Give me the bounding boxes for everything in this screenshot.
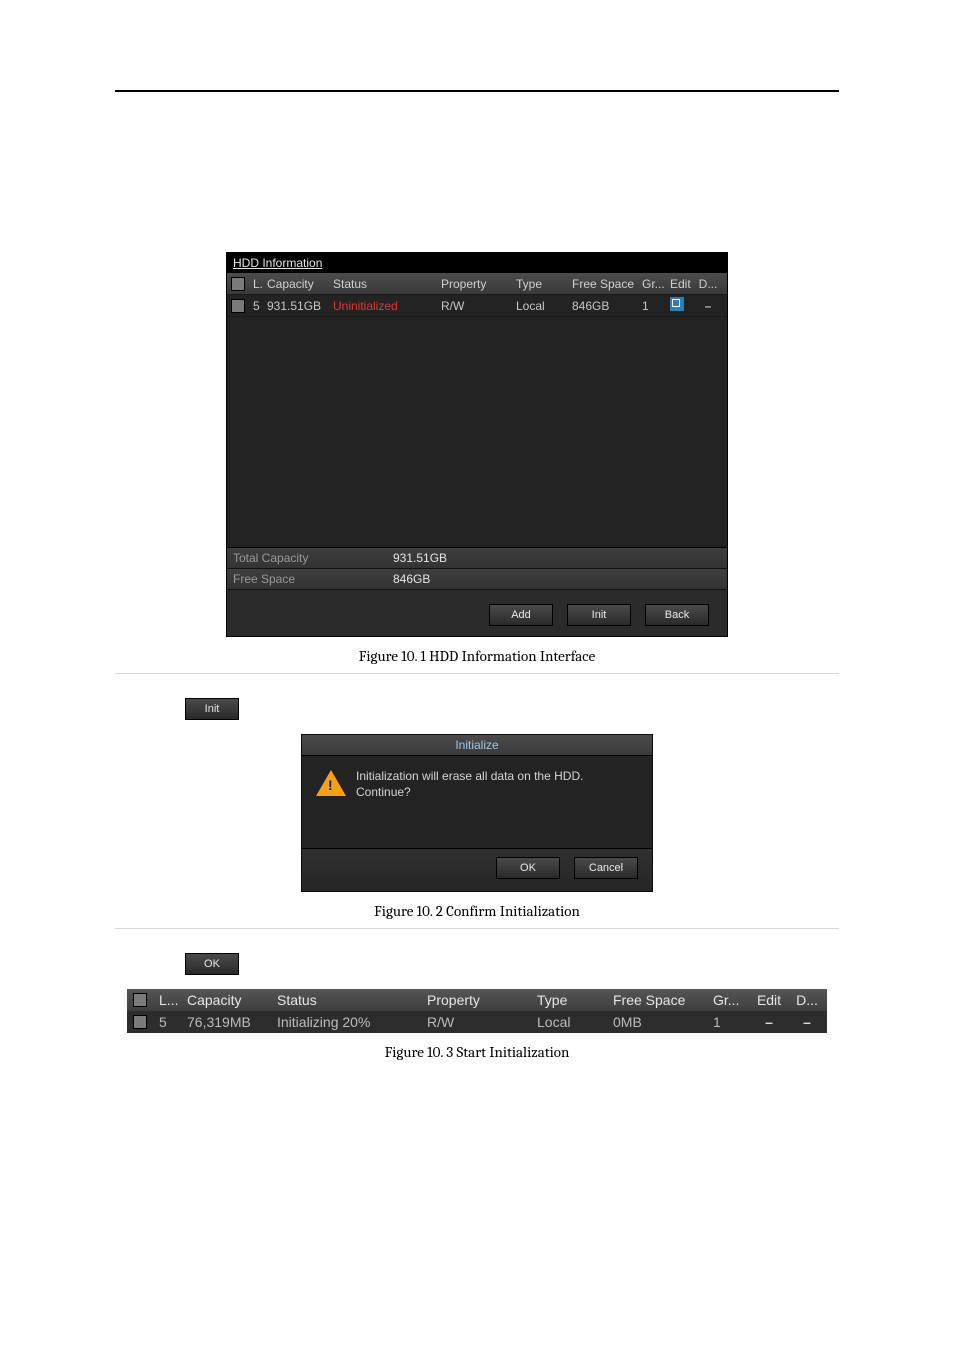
row-delete-cell[interactable]: –: [694, 299, 722, 313]
row-l: 5: [153, 1014, 181, 1030]
initializing-table: L... Capacity Status Property Type Free …: [127, 989, 827, 1033]
row-property: R/W: [437, 299, 512, 313]
warning-icon: [316, 770, 346, 796]
ok-button[interactable]: OK: [496, 857, 560, 879]
row-status: Initializing 20%: [271, 1014, 421, 1030]
init-step-button[interactable]: Init: [185, 698, 239, 720]
cancel-button[interactable]: Cancel: [574, 857, 638, 879]
header-delete[interactable]: D...: [789, 992, 825, 1008]
row-checkbox-cell[interactable]: [127, 1015, 153, 1029]
checkbox-icon[interactable]: [231, 277, 245, 291]
header-group[interactable]: Gr...: [638, 277, 666, 291]
table-row[interactable]: 5 76,319MB Initializing 20% R/W Local 0M…: [127, 1011, 827, 1033]
figure-caption-3: Figure 10. 3 Start Initialization: [115, 1043, 839, 1061]
initialize-dialog: Initialize Initialization will erase all…: [301, 734, 653, 892]
dialog-message-line1: Initialization will erase all data on th…: [356, 768, 583, 784]
row-free-space: 0MB: [607, 1014, 707, 1030]
header-checkbox-cell[interactable]: [127, 993, 153, 1007]
ok-step-button[interactable]: OK: [185, 953, 239, 975]
row-edit-cell[interactable]: –: [749, 1014, 789, 1030]
row-edit-cell[interactable]: [666, 297, 694, 314]
header-l[interactable]: L...: [249, 277, 263, 291]
table-header-row: L... Capacity Status Property Type Free …: [227, 273, 727, 295]
hdd-information-window: HDD Information L... Capacity Status Pro…: [226, 252, 728, 637]
edit-disabled-icon: –: [765, 1014, 773, 1030]
row-l: 5: [249, 299, 263, 313]
header-group[interactable]: Gr...: [707, 992, 749, 1008]
edit-icon[interactable]: [670, 297, 684, 311]
dialog-actions: OK Cancel: [302, 848, 652, 891]
header-checkbox-cell[interactable]: [227, 277, 249, 291]
header-status[interactable]: Status: [329, 277, 437, 291]
row-status: Uninitialized: [329, 299, 437, 313]
summary-free-label: Free Space: [227, 572, 393, 586]
header-edit[interactable]: Edit: [666, 277, 694, 291]
header-capacity[interactable]: Capacity: [263, 277, 329, 291]
header-l[interactable]: L...: [153, 992, 181, 1008]
hdd-table: L... Capacity Status Property Type Free …: [227, 272, 727, 547]
summary-total-value: 931.51GB: [393, 551, 447, 565]
dialog-body: Initialization will erase all data on th…: [302, 756, 652, 848]
row-type: Local: [531, 1014, 607, 1030]
table-row[interactable]: 5 931.51GB Uninitialized R/W Local 846GB…: [227, 295, 727, 317]
section-divider: [115, 673, 839, 674]
window-button-bar: Add Init Back: [227, 590, 727, 636]
summary: Total Capacity 931.51GB Free Space 846GB: [227, 547, 727, 590]
checkbox-icon[interactable]: [133, 1015, 147, 1029]
row-free-space: 846GB: [568, 299, 638, 313]
table-header-row: L... Capacity Status Property Type Free …: [127, 989, 827, 1011]
delete-icon[interactable]: –: [705, 299, 712, 313]
row-group: 1: [707, 1014, 749, 1030]
back-button[interactable]: Back: [645, 604, 709, 626]
header-free-space[interactable]: Free Space: [607, 992, 707, 1008]
header-type[interactable]: Type: [512, 277, 568, 291]
row-type: Local: [512, 299, 568, 313]
row-delete-cell[interactable]: –: [789, 1014, 825, 1030]
init-button[interactable]: Init: [567, 604, 631, 626]
summary-total-row: Total Capacity 931.51GB: [227, 548, 727, 569]
row-group: 1: [638, 299, 666, 313]
row-property: R/W: [421, 1014, 531, 1030]
figure-caption-2: Figure 10. 2 Confirm Initialization: [115, 902, 839, 920]
checkbox-icon[interactable]: [133, 993, 147, 1007]
row-capacity: 76,319MB: [181, 1014, 271, 1030]
delete-disabled-icon: –: [803, 1014, 811, 1030]
figure-caption-1: Figure 10. 1 HDD Information Interface: [115, 647, 839, 665]
table-empty-area: [227, 317, 727, 547]
header-edit[interactable]: Edit: [749, 992, 789, 1008]
header-property[interactable]: Property: [421, 992, 531, 1008]
header-status[interactable]: Status: [271, 992, 421, 1008]
row-capacity: 931.51GB: [263, 299, 329, 313]
summary-total-label: Total Capacity: [227, 551, 393, 565]
dialog-title: Initialize: [302, 735, 652, 756]
dialog-message-line2: Continue?: [356, 784, 583, 800]
add-button[interactable]: Add: [489, 604, 553, 626]
header-free-space[interactable]: Free Space: [568, 277, 638, 291]
section-divider: [115, 928, 839, 929]
dialog-message: Initialization will erase all data on th…: [356, 768, 583, 800]
header-property[interactable]: Property: [437, 277, 512, 291]
summary-free-row: Free Space 846GB: [227, 569, 727, 590]
header-type[interactable]: Type: [531, 992, 607, 1008]
header-capacity[interactable]: Capacity: [181, 992, 271, 1008]
header-delete[interactable]: D...: [694, 277, 722, 291]
checkbox-icon[interactable]: [231, 299, 245, 313]
step-button-row: Init: [185, 698, 839, 720]
row-checkbox-cell[interactable]: [227, 299, 249, 313]
window-title: HDD Information: [227, 253, 727, 272]
summary-free-value: 846GB: [393, 572, 430, 586]
step-button-row-2: OK: [185, 953, 839, 975]
